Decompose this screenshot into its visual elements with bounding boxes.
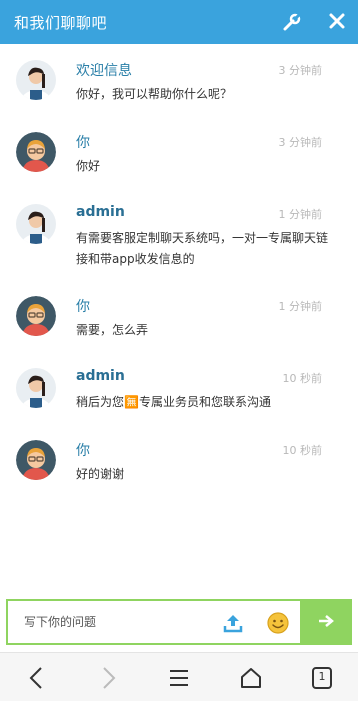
- message-text: 稍后为您🈚专属业务员和您联系沟通: [76, 395, 271, 409]
- back-icon[interactable]: [24, 665, 50, 691]
- agent-avatar: [16, 204, 56, 244]
- message-item: 你 1 分钟前 需要，怎么弄: [0, 296, 358, 366]
- browser-navbar: 1: [0, 652, 358, 701]
- send-arrow-icon: [319, 615, 334, 627]
- sender-name: admin: [76, 204, 125, 220]
- user-avatar: [16, 440, 56, 480]
- message-time: 3 分钟前: [278, 64, 323, 77]
- message-text: 需要，怎么弄: [76, 323, 149, 337]
- message-time: 1 分钟前: [278, 300, 323, 313]
- menu-icon[interactable]: [166, 665, 192, 691]
- forward-icon[interactable]: [95, 665, 121, 691]
- sender-name: admin: [76, 368, 125, 384]
- message-time: 10 秒前: [282, 372, 323, 385]
- sender-name: 你: [76, 135, 90, 151]
- wrench-icon[interactable]: [282, 12, 302, 32]
- agent-avatar: [16, 60, 56, 100]
- tab-count: 1: [318, 670, 326, 683]
- message-item: admin 1 分钟前 有需要客服定制聊天系统吗，一对一专属聊天链接和带app收…: [0, 204, 358, 274]
- user-avatar: [16, 132, 56, 172]
- sender-name: 欢迎信息: [76, 63, 132, 79]
- message-composer: 写下你的问题: [6, 599, 352, 645]
- sender-name: 你: [76, 443, 90, 459]
- message-input[interactable]: 写下你的问题: [24, 613, 96, 630]
- sender-name: 你: [76, 299, 90, 315]
- message-time: 10 秒前: [282, 444, 323, 457]
- message-text: 你好: [76, 159, 101, 173]
- message-time: 3 分钟前: [278, 136, 323, 149]
- close-icon[interactable]: [328, 12, 346, 30]
- chat-header: 和我们聊聊吧: [0, 0, 358, 44]
- message-item: 你 3 分钟前 你好: [0, 132, 358, 202]
- message-text: 你好，我可以帮助你什么呢？: [76, 87, 233, 101]
- message-text: 有需要客服定制聊天系统吗，一对一专属聊天链接和带app收发信息的: [76, 231, 329, 266]
- tabs-icon[interactable]: 1: [309, 665, 335, 691]
- send-button[interactable]: [300, 599, 352, 645]
- home-icon[interactable]: [238, 665, 264, 691]
- user-avatar: [16, 296, 56, 336]
- emoji-icon[interactable]: [266, 611, 290, 635]
- message-item: admin 10 秒前 稍后为您🈚专属业务员和您联系沟通: [0, 368, 358, 438]
- upload-icon[interactable]: [222, 612, 244, 634]
- message-text: 好的谢谢: [76, 467, 125, 481]
- agent-avatar: [16, 368, 56, 408]
- message-time: 1 分钟前: [278, 208, 323, 221]
- message-item: 你 10 秒前 好的谢谢: [0, 440, 358, 510]
- message-item: 欢迎信息 3 分钟前 你好，我可以帮助你什么呢？: [0, 60, 358, 130]
- chat-title: 和我们聊聊吧: [14, 14, 108, 32]
